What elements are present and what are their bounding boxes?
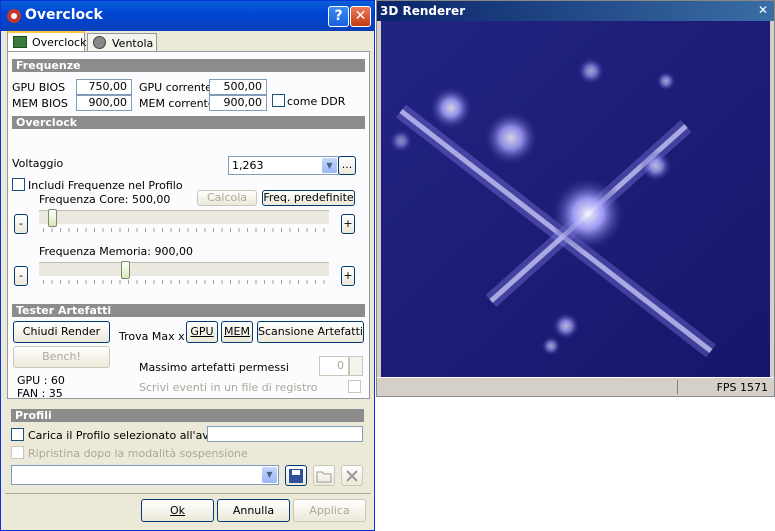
annulla-button[interactable]: Annulla (217, 499, 290, 522)
section-profili: Profili (11, 409, 364, 422)
default-freq-button[interactable]: Freq. predefinite (262, 190, 355, 206)
tab-overclock[interactable]: Overclock (7, 31, 87, 53)
restore-label: Ripristina dopo la modalità sospensione (28, 447, 248, 460)
core-slider-ticks (43, 228, 325, 232)
chevron-down-icon[interactable]: ▼ (322, 158, 337, 173)
voltage-label: Voltaggio (12, 157, 64, 170)
fps-readout: FPS 1571 (716, 381, 768, 394)
restore-checkbox[interactable] (11, 446, 24, 459)
section-overclock: Overclock (12, 116, 365, 129)
mem-slider-ticks (43, 280, 325, 284)
log-events-label: Scrivi eventi in un file di registro (139, 381, 318, 394)
scan-artifacts-button[interactable]: Scansione Artefatti (257, 321, 364, 343)
help-button[interactable]: ? (328, 6, 349, 27)
mem-slider-track (39, 262, 329, 276)
voltage-more-button[interactable]: ... (338, 156, 356, 175)
mem-minus-button[interactable]: - (14, 266, 28, 286)
core-freq-label: Frequenza Core: 500,00 (39, 193, 171, 206)
x-artifact-render (381, 21, 770, 377)
open-profile-button[interactable] (313, 465, 335, 486)
status-divider (677, 380, 678, 394)
profile-hotkey-field[interactable] (207, 426, 363, 442)
include-freq-checkbox[interactable] (12, 178, 25, 191)
include-freq-label: Includi Frequenze nel Profilo (28, 179, 183, 192)
fan-speed: FAN : 35 (17, 387, 63, 400)
render-canvas (381, 21, 770, 377)
gpu-bios-field: 750,00 (76, 79, 132, 95)
mem-test-button[interactable]: MEM (221, 321, 253, 343)
core-minus-button[interactable]: - (14, 214, 28, 234)
renderer-window: 3D Renderer ✕ FPS 1571 (376, 0, 775, 397)
load-profile-checkbox[interactable] (11, 428, 24, 441)
renderer-title-bar[interactable]: 3D Renderer ✕ (377, 1, 774, 21)
mem-slider-thumb[interactable] (121, 261, 131, 279)
profile-select[interactable]: ▼ (11, 465, 279, 485)
title-bar[interactable]: Overclock ? ✕ (1, 1, 374, 31)
calcola-button[interactable]: Calcola (197, 190, 257, 206)
applica-button[interactable]: Applica (293, 499, 366, 522)
gpu-corrente-field: 500,00 (209, 79, 267, 95)
renderer-title: 3D Renderer (380, 4, 466, 18)
core-slider-track (39, 210, 329, 224)
max-artifacts-label: Massimo artefatti permessi (139, 361, 289, 374)
gpu-corrente-label: GPU corrente (139, 81, 212, 94)
renderer-close-button[interactable]: ✕ (758, 3, 768, 17)
mem-bios-field: 900,00 (76, 95, 132, 111)
delete-icon (346, 470, 358, 482)
tab-panel: Frequenze GPU BIOS 750,00 GPU corrente 5… (7, 51, 370, 400)
trova-max-label: Trova Max x (119, 330, 185, 343)
gpu-temp: GPU : 60 (17, 374, 65, 387)
core-plus-button[interactable]: + (341, 214, 355, 234)
save-profile-button[interactable] (285, 465, 307, 486)
section-frequenze: Frequenze (12, 59, 365, 72)
bench-button[interactable]: Bench! (13, 346, 110, 368)
ddr-checkbox[interactable] (272, 94, 285, 107)
overclock-window: Overclock ? ✕ Overclock Ventola Frequenz… (0, 0, 375, 531)
mem-freq-label: Frequenza Memoria: 900,00 (39, 245, 193, 258)
app-icon (7, 9, 21, 23)
tab-overclock-label: Overclock (32, 36, 87, 49)
tab-ventola[interactable]: Ventola (87, 33, 157, 52)
window-title: Overclock (25, 7, 103, 23)
tab-ventola-label: Ventola (112, 37, 154, 50)
chevron-down-icon[interactable]: ▼ (262, 467, 277, 483)
core-slider-thumb[interactable] (48, 209, 58, 227)
mem-plus-button[interactable]: + (341, 266, 355, 286)
ddr-label: come DDR (287, 95, 346, 108)
mem-corrente-label: MEM corrente (139, 97, 215, 110)
chip-icon (13, 36, 27, 48)
max-artifacts-field[interactable]: 0 (319, 356, 349, 376)
load-profile-label: Carica il Profilo selezionato all'avvio (28, 429, 226, 442)
section-tester: Tester Artefatti (12, 304, 365, 317)
mem-bios-label: MEM BIOS (12, 97, 68, 110)
log-events-checkbox[interactable] (348, 380, 361, 393)
ok-button[interactable]: Ok (141, 499, 214, 522)
spinner-icon[interactable] (349, 356, 363, 376)
voltage-value: 1,263 (232, 159, 264, 172)
divider (5, 493, 371, 494)
gpu-bios-label: GPU BIOS (12, 81, 66, 94)
floppy-icon (289, 469, 303, 483)
folder-icon (316, 471, 332, 483)
renderer-status-bar: FPS 1571 (377, 377, 774, 396)
mem-corrente-field: 900,00 (209, 95, 267, 111)
fan-icon (93, 36, 106, 49)
delete-profile-button[interactable] (341, 465, 363, 486)
close-button[interactable]: ✕ (350, 6, 371, 27)
voltage-select[interactable]: 1,263 ▼ (228, 156, 339, 175)
close-render-button[interactable]: Chiudi Render 3D (13, 321, 110, 358)
gpu-test-button[interactable]: GPU (186, 321, 218, 343)
